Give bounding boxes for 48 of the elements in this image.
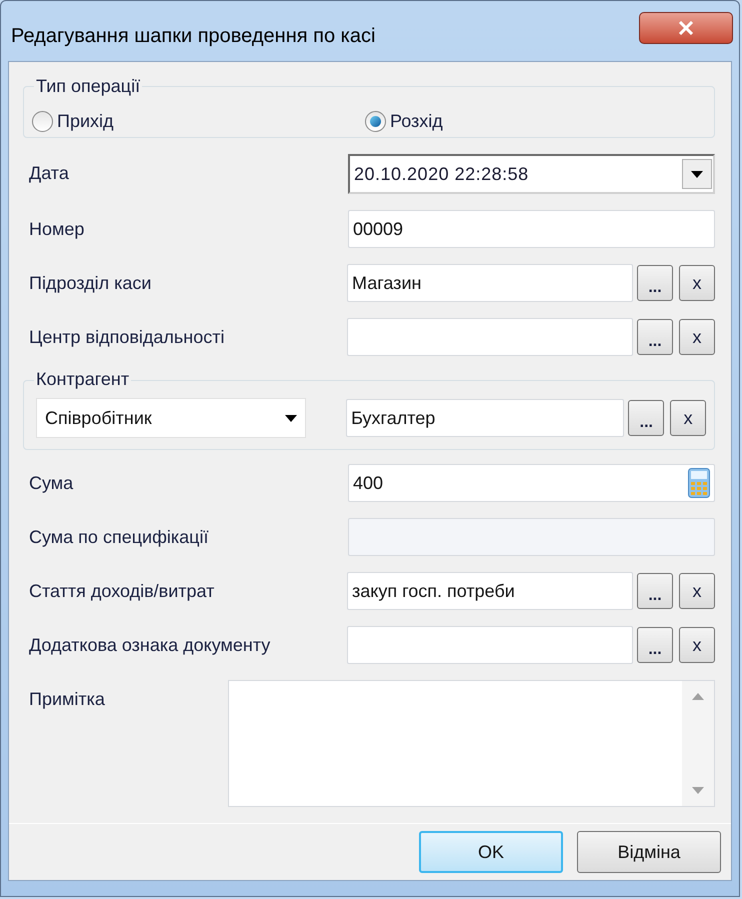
caret-icon bbox=[691, 170, 703, 178]
dialog-button[interactable]: OK bbox=[419, 831, 563, 873]
scrollbar[interactable] bbox=[682, 681, 714, 806]
field-label: Центр відповідальності bbox=[28, 326, 226, 349]
input-field[interactable]: 00009 bbox=[348, 210, 715, 248]
caret-icon bbox=[285, 414, 298, 422]
field-label: Номер bbox=[28, 218, 86, 241]
browse-button[interactable]: ... bbox=[637, 573, 673, 609]
input-field[interactable]: Бухгалтер bbox=[346, 399, 624, 437]
browse-button[interactable]: ... bbox=[628, 400, 664, 436]
clear-button[interactable]: x bbox=[679, 319, 715, 355]
calculator-icon[interactable] bbox=[688, 468, 710, 498]
memo-field[interactable] bbox=[228, 680, 715, 807]
browse-button[interactable]: ... bbox=[637, 265, 673, 301]
close-button[interactable] bbox=[639, 12, 733, 44]
scroll-up-icon[interactable] bbox=[692, 693, 704, 700]
input-field[interactable]: 400 bbox=[348, 464, 715, 502]
input-field[interactable]: закуп госп. потреби bbox=[347, 572, 633, 610]
radio-button[interactable] bbox=[32, 111, 53, 132]
field-label: Примітка bbox=[28, 688, 106, 711]
scroll-down-icon[interactable] bbox=[692, 787, 704, 794]
radio-button[interactable] bbox=[365, 111, 386, 132]
radio-option[interactable]: Розхід bbox=[365, 108, 443, 135]
field-label: Додаткова ознака документу bbox=[28, 634, 272, 657]
field-label: Сума по специфікації bbox=[28, 526, 210, 549]
clear-button[interactable]: x bbox=[679, 627, 715, 663]
dropdown[interactable]: Співробітник bbox=[36, 398, 306, 438]
radio-option[interactable]: Прихід bbox=[32, 108, 365, 135]
field-value: 400 bbox=[353, 472, 384, 494]
dropdown-value: Співробітник bbox=[45, 406, 152, 430]
field-label: Стаття доходів/витрат bbox=[28, 580, 216, 603]
browse-button[interactable]: ... bbox=[637, 319, 673, 355]
input-field[interactable] bbox=[347, 626, 633, 664]
clear-button[interactable]: x bbox=[679, 573, 715, 609]
dialog-button[interactable]: Відміна bbox=[577, 831, 721, 873]
close-icon bbox=[678, 21, 694, 35]
date-time-value: 20.10.2020 22:28:58 bbox=[354, 162, 529, 186]
clear-button[interactable]: x bbox=[670, 400, 706, 436]
date-time-picker[interactable]: 20.10.2020 22:28:58 bbox=[348, 154, 715, 194]
input-field[interactable]: Магазин bbox=[347, 264, 633, 302]
dropdown-button[interactable] bbox=[682, 159, 712, 189]
browse-button[interactable]: ... bbox=[637, 627, 673, 663]
clear-button[interactable]: x bbox=[679, 265, 715, 301]
field-label: Дата bbox=[28, 162, 70, 185]
window-title: Редагування шапки проведення по касі bbox=[11, 24, 376, 49]
input-field[interactable] bbox=[347, 318, 633, 356]
field-label: Сума bbox=[28, 472, 74, 495]
field-label: Підрозділ каси bbox=[28, 272, 152, 295]
